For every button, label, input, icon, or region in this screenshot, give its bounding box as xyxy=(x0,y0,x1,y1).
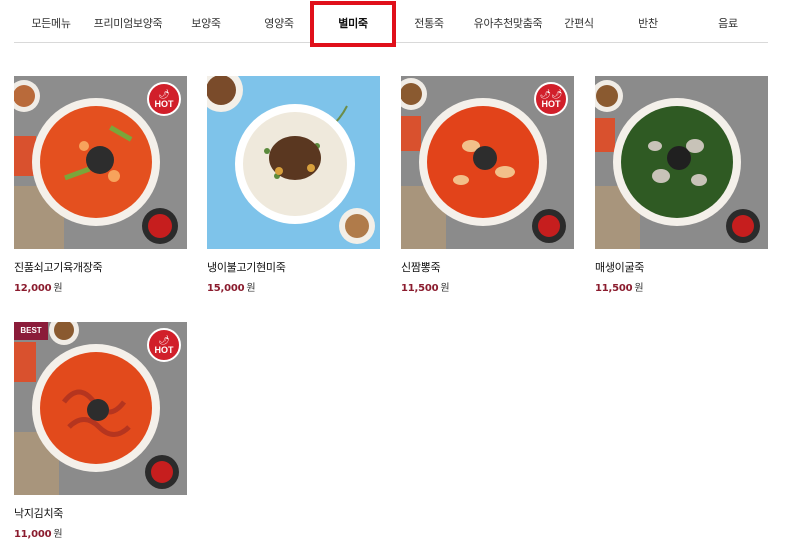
tab-simple-meal[interactable]: 간편식 xyxy=(550,6,608,42)
hot-badge: 🌶 HOT xyxy=(147,328,181,362)
product-image[interactable] xyxy=(595,76,768,249)
tab-side-dish[interactable]: 반찬 xyxy=(608,6,688,42)
tab-all-menu[interactable]: 모든메뉴 xyxy=(14,6,88,42)
product-card[interactable]: 🌶 HOT 진품쇠고기육개장죽 12,000 원 xyxy=(14,76,187,294)
product-price: 11,000 원 xyxy=(14,529,63,540)
hot-badge: 🌶🌶 HOT xyxy=(534,82,568,116)
chili-icon: 🌶🌶 xyxy=(539,89,563,99)
tab-traditional-porridge[interactable]: 전통죽 xyxy=(392,6,466,42)
product-name[interactable]: 낙지김치죽 xyxy=(14,505,187,521)
product-name[interactable]: 매생이굴죽 xyxy=(595,259,768,275)
chili-icon: 🌶 xyxy=(158,89,170,99)
product-card[interactable]: 매생이굴죽 11,500 원 xyxy=(595,76,768,294)
product-card[interactable]: BEST 🌶 HOT 낙지김치죽 11,000 원 xyxy=(14,322,187,540)
tab-premium-porridge[interactable]: 프리미엄보양죽 xyxy=(88,6,168,42)
best-badge: BEST xyxy=(14,322,48,340)
product-card[interactable]: 🌶🌶 HOT 신짬뽕죽 11,500 원 xyxy=(401,76,574,294)
product-name[interactable]: 신짬뽕죽 xyxy=(401,259,574,275)
product-image[interactable]: 🌶 HOT xyxy=(14,76,187,249)
tab-health-porridge[interactable]: 보양죽 xyxy=(168,6,244,42)
product-price: 11,500 원 xyxy=(595,283,644,294)
tab-baby-porridge[interactable]: 유아추천맞춤죽 xyxy=(466,6,550,42)
product-name[interactable]: 냉이불고기현미죽 xyxy=(207,259,380,275)
product-card[interactable]: 냉이불고기현미죽 15,000 원 xyxy=(207,76,380,294)
product-price: 11,500 원 xyxy=(401,283,450,294)
product-price: 15,000 원 xyxy=(207,283,256,294)
hot-badge: 🌶 HOT xyxy=(147,82,181,116)
chili-icon: 🌶 xyxy=(158,335,170,345)
product-image[interactable] xyxy=(207,76,380,249)
category-tabs: 모든메뉴 프리미엄보양죽 보양죽 영양죽 별미죽 전통죽 유아추천맞춤죽 간편식… xyxy=(14,1,768,47)
product-image[interactable]: 🌶🌶 HOT xyxy=(401,76,574,249)
tab-nutrition-porridge[interactable]: 영양죽 xyxy=(244,6,314,42)
tab-special-porridge[interactable]: 별미죽 xyxy=(310,1,396,47)
product-name[interactable]: 진품쇠고기육개장죽 xyxy=(14,259,187,275)
product-image[interactable]: BEST 🌶 HOT xyxy=(14,322,187,495)
tab-drinks[interactable]: 음료 xyxy=(688,6,768,42)
product-price: 12,000 원 xyxy=(14,283,63,294)
